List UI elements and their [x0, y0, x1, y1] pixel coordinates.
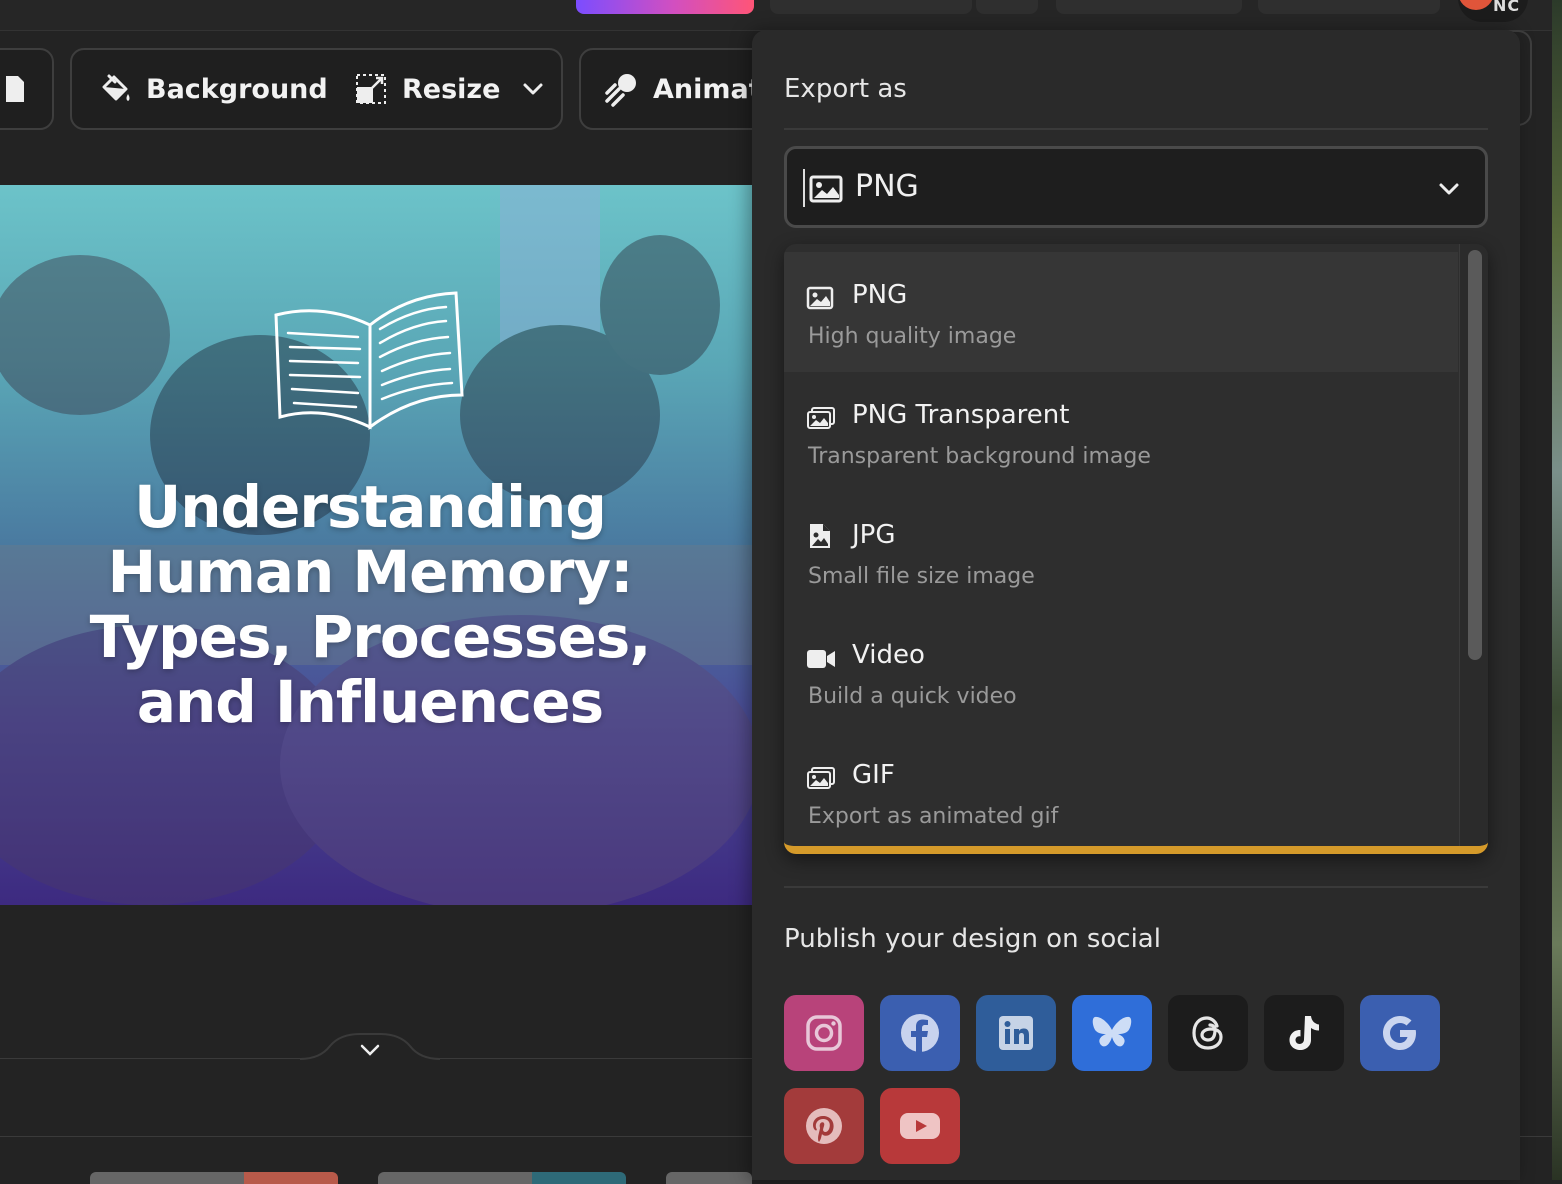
avatar-ring	[1458, 0, 1494, 10]
export-panel: Export as PNG PNG High quality image PNG…	[752, 30, 1520, 1180]
chevron-down-icon	[523, 83, 543, 95]
option-label: GIF	[852, 760, 895, 790]
toolbar-group-animate: Animate	[579, 48, 779, 130]
option-description: Small file size image	[808, 564, 1035, 589]
file-button[interactable]	[4, 50, 26, 128]
page-thumbnail[interactable]	[378, 1172, 626, 1184]
toolbar-group-canvas: Background Resize	[70, 48, 563, 130]
animate-icon	[605, 74, 636, 107]
video-camera-icon	[807, 650, 835, 668]
option-label: PNG	[852, 280, 908, 310]
facebook-icon	[901, 1014, 939, 1052]
instagram-icon	[806, 1015, 842, 1051]
collapse-tab[interactable]	[300, 1032, 440, 1062]
option-label: Video	[852, 640, 925, 670]
format-option-png-transparent[interactable]: PNG Transparent Transparent background i…	[784, 372, 1458, 492]
top-tab[interactable]	[770, 0, 972, 14]
export-title: Export as	[784, 74, 907, 104]
linkedin-button[interactable]	[976, 995, 1056, 1071]
tiktok-icon	[1289, 1016, 1319, 1050]
option-description: Transparent background image	[808, 444, 1151, 469]
image-icon	[809, 175, 843, 203]
option-label: PNG Transparent	[852, 400, 1070, 430]
bluesky-icon	[1092, 1016, 1132, 1047]
option-description: High quality image	[808, 324, 1017, 349]
top-tab[interactable]	[976, 0, 1038, 14]
format-option-jpg[interactable]: JPG Small file size image	[784, 492, 1458, 612]
design-canvas[interactable]: Understanding Human Memory: Types, Proce…	[0, 185, 752, 905]
linkedin-icon	[999, 1016, 1033, 1050]
format-select[interactable]: PNG	[784, 146, 1488, 228]
divider	[784, 886, 1488, 888]
option-description: Build a quick video	[808, 684, 1017, 709]
google-icon	[1383, 1016, 1416, 1050]
format-dropdown: PNG High quality image PNG Transparent T…	[784, 244, 1488, 854]
top-bar: NC	[0, 0, 1562, 31]
format-option-video[interactable]: Video Build a quick video	[784, 612, 1458, 732]
background-label: Background	[146, 73, 328, 105]
top-tab[interactable]	[1258, 0, 1440, 14]
file-image-icon	[810, 524, 830, 548]
background-button[interactable]: Background	[98, 50, 328, 128]
bluesky-button[interactable]	[1072, 995, 1152, 1071]
image-icon	[806, 286, 834, 310]
chevron-down-icon	[1439, 183, 1459, 195]
upgrade-button[interactable]	[576, 0, 754, 14]
top-tab[interactable]	[1056, 0, 1242, 14]
google-button[interactable]	[1360, 995, 1440, 1071]
divider	[784, 128, 1488, 130]
instagram-button[interactable]	[784, 995, 864, 1071]
avatar-initials: NC	[1493, 0, 1521, 15]
threads-button[interactable]	[1168, 995, 1248, 1071]
resize-icon	[356, 74, 386, 104]
page-thumbnail[interactable]	[90, 1172, 338, 1184]
social-title: Publish your design on social	[784, 924, 1161, 954]
background-edge	[1552, 0, 1562, 1180]
option-label: JPG	[852, 520, 896, 550]
pinterest-button[interactable]	[784, 1088, 864, 1164]
focus-caret	[803, 169, 805, 207]
file-icon	[6, 76, 24, 102]
resize-label: Resize	[402, 73, 501, 105]
dropdown-scrollbar[interactable]	[1459, 244, 1488, 846]
toolbar-group-file	[0, 48, 54, 130]
avatar[interactable]: NC	[1458, 0, 1528, 22]
facebook-button[interactable]	[880, 995, 960, 1071]
scrollbar-thumb[interactable]	[1468, 250, 1482, 660]
tiktok-button[interactable]	[1264, 995, 1344, 1071]
youtube-icon	[900, 1113, 940, 1139]
selected-format: PNG	[855, 169, 919, 204]
open-book-icon	[274, 291, 464, 430]
images-icon	[807, 767, 835, 789]
images-icon	[807, 407, 835, 429]
youtube-button[interactable]	[880, 1088, 960, 1164]
threads-icon	[1192, 1016, 1223, 1050]
option-description: Export as animated gif	[808, 804, 1059, 829]
paint-bucket-icon	[102, 74, 130, 101]
design-title[interactable]: Understanding Human Memory: Types, Proce…	[60, 475, 680, 735]
resize-button[interactable]: Resize	[354, 50, 546, 128]
page-thumbnail[interactable]	[666, 1172, 752, 1184]
format-option-png[interactable]: PNG High quality image	[784, 252, 1458, 372]
pinterest-icon	[806, 1108, 842, 1144]
format-option-gif[interactable]: GIF Export as animated gif	[784, 732, 1458, 846]
